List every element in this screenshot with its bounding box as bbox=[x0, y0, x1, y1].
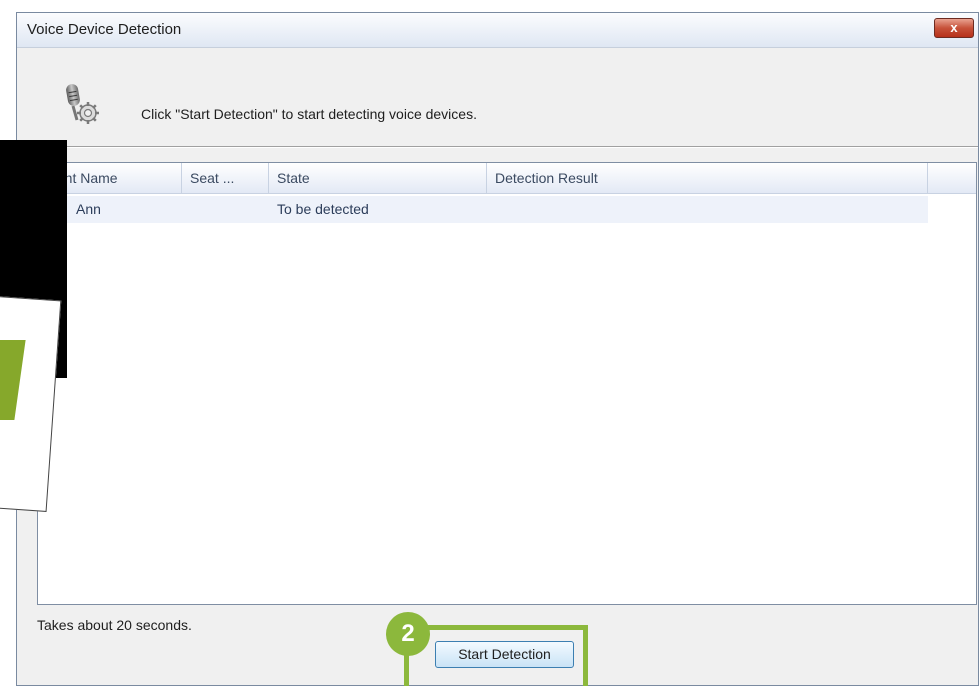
step-badge: 2 bbox=[386, 612, 430, 656]
separator bbox=[37, 146, 978, 148]
microphone-gear-icon bbox=[66, 84, 99, 124]
highlight-box bbox=[404, 625, 588, 686]
column-header-detection-result[interactable]: Detection Result bbox=[487, 163, 928, 193]
cell-student-name: Ann bbox=[76, 201, 101, 217]
duration-hint: Takes about 20 seconds. bbox=[37, 617, 192, 633]
title-bar: Voice Device Detection x bbox=[17, 13, 978, 48]
table-row[interactable]: Ann To be detected bbox=[38, 196, 928, 223]
column-header-seat[interactable]: Seat ... bbox=[182, 163, 269, 193]
overlay-photo-fragment bbox=[0, 140, 67, 512]
voice-device-detection-dialog: Voice Device Detection x Click "Start De… bbox=[16, 12, 979, 686]
close-icon: x bbox=[950, 20, 958, 35]
student-list[interactable]: ident Name Seat ... State Detection Resu… bbox=[37, 162, 977, 605]
cell-state: To be detected bbox=[277, 201, 369, 217]
window-title: Voice Device Detection bbox=[27, 21, 182, 38]
instruction-text: Click "Start Detection" to start detecti… bbox=[141, 106, 477, 122]
list-header: ident Name Seat ... State Detection Resu… bbox=[38, 163, 976, 194]
column-header-state[interactable]: State bbox=[269, 163, 487, 193]
close-button[interactable]: x bbox=[934, 18, 974, 38]
